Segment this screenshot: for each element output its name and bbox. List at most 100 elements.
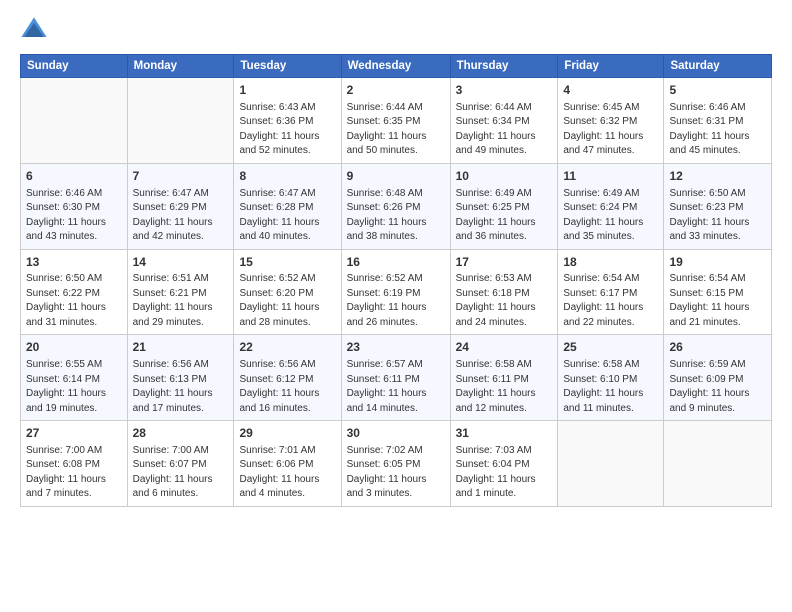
calendar-cell: 12Sunrise: 6:50 AM Sunset: 6:23 PM Dayli… xyxy=(664,163,772,249)
calendar-cell: 7 Sunrise: 6:47 AM Sunset: 6:29 PM Daylig… xyxy=(127,163,234,249)
calendar-cell xyxy=(664,421,772,507)
calendar-cell: 26 Sunrise: 6:59 AM Sunset: 6:09 PM Dayli… xyxy=(664,335,772,421)
calendar-week-4: 20Sunrise: 6:55 AM Sunset: 6:14 PM Dayli… xyxy=(21,335,772,421)
calendar-week-5: 27Sunrise: 7:00 AM Sunset: 6:08 PM Dayli… xyxy=(21,421,772,507)
header xyxy=(20,16,772,44)
day-info: Sunrise: 6:46 AM Sunset: 6:31 PM Dayligh… xyxy=(669,101,766,159)
day-info: Sunrise: 6:56 AM Sunset: 6:13 PM Dayligh… xyxy=(133,358,229,416)
day-number: 8 xyxy=(239,168,335,185)
day-header-friday: Friday xyxy=(558,55,664,78)
calendar-cell: 6 Sunrise: 6:46 AM Sunset: 6:30 PM Daylig… xyxy=(21,163,128,249)
day-info: Sunrise: 6:52 AM Sunset: 6:19 PM Dayligh… xyxy=(347,272,445,330)
day-info: Sunrise: 6:44 AM Sunset: 6:35 PM Dayligh… xyxy=(347,101,445,159)
calendar-cell: 16Sunrise: 6:52 AM Sunset: 6:19 PM Dayli… xyxy=(341,249,450,335)
calendar-cell: 10 Sunrise: 6:49 AM Sunset: 6:25 PM Dayli… xyxy=(450,163,558,249)
day-info: Sunrise: 7:00 AM Sunset: 6:07 PM Dayligh… xyxy=(133,444,229,502)
day-info: Sunrise: 6:45 AM Sunset: 6:32 PM Dayligh… xyxy=(563,101,658,159)
day-number: 22 xyxy=(239,339,335,356)
day-info: Sunrise: 6:54 AM Sunset: 6:15 PM Dayligh… xyxy=(669,272,766,330)
day-number: 28 xyxy=(133,425,229,442)
day-number: 10 xyxy=(456,168,553,185)
calendar-cell xyxy=(127,78,234,164)
day-number: 3 xyxy=(456,82,553,99)
day-number: 27 xyxy=(26,425,122,442)
day-info: Sunrise: 7:01 AM Sunset: 6:06 PM Dayligh… xyxy=(239,444,335,502)
day-number: 17 xyxy=(456,254,553,271)
day-header-tuesday: Tuesday xyxy=(234,55,341,78)
day-header-wednesday: Wednesday xyxy=(341,55,450,78)
calendar-cell: 4 Sunrise: 6:45 AM Sunset: 6:32 PM Daylig… xyxy=(558,78,664,164)
day-header-saturday: Saturday xyxy=(664,55,772,78)
calendar-cell: 11 Sunrise: 6:49 AM Sunset: 6:24 PM Dayli… xyxy=(558,163,664,249)
calendar-cell: 24Sunrise: 6:58 AM Sunset: 6:11 PM Dayli… xyxy=(450,335,558,421)
day-number: 30 xyxy=(347,425,445,442)
day-info: Sunrise: 6:59 AM Sunset: 6:09 PM Dayligh… xyxy=(669,358,766,416)
calendar-cell: 2 Sunrise: 6:44 AM Sunset: 6:35 PM Daylig… xyxy=(341,78,450,164)
day-number: 13 xyxy=(26,254,122,271)
day-info: Sunrise: 7:03 AM Sunset: 6:04 PM Dayligh… xyxy=(456,444,553,502)
calendar-cell: 23Sunrise: 6:57 AM Sunset: 6:11 PM Dayli… xyxy=(341,335,450,421)
calendar: SundayMondayTuesdayWednesdayThursdayFrid… xyxy=(20,54,772,507)
calendar-cell: 17Sunrise: 6:53 AM Sunset: 6:18 PM Dayli… xyxy=(450,249,558,335)
day-number: 29 xyxy=(239,425,335,442)
day-info: Sunrise: 6:46 AM Sunset: 6:30 PM Dayligh… xyxy=(26,187,122,245)
calendar-cell: 28 Sunrise: 7:00 AM Sunset: 6:07 PM Dayli… xyxy=(127,421,234,507)
day-number: 6 xyxy=(26,168,122,185)
calendar-cell: 20Sunrise: 6:55 AM Sunset: 6:14 PM Dayli… xyxy=(21,335,128,421)
day-info: Sunrise: 6:49 AM Sunset: 6:25 PM Dayligh… xyxy=(456,187,553,245)
calendar-cell: 29 Sunrise: 7:01 AM Sunset: 6:06 PM Dayli… xyxy=(234,421,341,507)
day-info: Sunrise: 6:52 AM Sunset: 6:20 PM Dayligh… xyxy=(239,272,335,330)
day-header-sunday: Sunday xyxy=(21,55,128,78)
logo xyxy=(20,16,50,44)
day-header-thursday: Thursday xyxy=(450,55,558,78)
day-number: 11 xyxy=(563,168,658,185)
day-info: Sunrise: 6:58 AM Sunset: 6:10 PM Dayligh… xyxy=(563,358,658,416)
calendar-cell: 8 Sunrise: 6:47 AM Sunset: 6:28 PM Daylig… xyxy=(234,163,341,249)
calendar-cell: 3Sunrise: 6:44 AM Sunset: 6:34 PM Daylig… xyxy=(450,78,558,164)
day-number: 24 xyxy=(456,339,553,356)
calendar-cell: 21 Sunrise: 6:56 AM Sunset: 6:13 PM Dayli… xyxy=(127,335,234,421)
day-number: 14 xyxy=(133,254,229,271)
day-number: 5 xyxy=(669,82,766,99)
day-number: 9 xyxy=(347,168,445,185)
day-info: Sunrise: 6:54 AM Sunset: 6:17 PM Dayligh… xyxy=(563,272,658,330)
day-number: 15 xyxy=(239,254,335,271)
day-header-monday: Monday xyxy=(127,55,234,78)
calendar-cell: 14Sunrise: 6:51 AM Sunset: 6:21 PM Dayli… xyxy=(127,249,234,335)
calendar-week-1: 1Sunrise: 6:43 AM Sunset: 6:36 PM Daylig… xyxy=(21,78,772,164)
day-number: 20 xyxy=(26,339,122,356)
calendar-cell: 19Sunrise: 6:54 AM Sunset: 6:15 PM Dayli… xyxy=(664,249,772,335)
day-number: 26 xyxy=(669,339,766,356)
calendar-cell: 5 Sunrise: 6:46 AM Sunset: 6:31 PM Daylig… xyxy=(664,78,772,164)
page: SundayMondayTuesdayWednesdayThursdayFrid… xyxy=(0,0,792,517)
day-info: Sunrise: 6:47 AM Sunset: 6:28 PM Dayligh… xyxy=(239,187,335,245)
calendar-week-3: 13Sunrise: 6:50 AM Sunset: 6:22 PM Dayli… xyxy=(21,249,772,335)
calendar-week-2: 6 Sunrise: 6:46 AM Sunset: 6:30 PM Daylig… xyxy=(21,163,772,249)
day-number: 18 xyxy=(563,254,658,271)
calendar-cell: 30Sunrise: 7:02 AM Sunset: 6:05 PM Dayli… xyxy=(341,421,450,507)
calendar-header-row: SundayMondayTuesdayWednesdayThursdayFrid… xyxy=(21,55,772,78)
day-number: 12 xyxy=(669,168,766,185)
calendar-cell xyxy=(21,78,128,164)
calendar-cell: 27Sunrise: 7:00 AM Sunset: 6:08 PM Dayli… xyxy=(21,421,128,507)
day-number: 7 xyxy=(133,168,229,185)
calendar-cell xyxy=(558,421,664,507)
day-number: 4 xyxy=(563,82,658,99)
calendar-cell: 18Sunrise: 6:54 AM Sunset: 6:17 PM Dayli… xyxy=(558,249,664,335)
day-number: 31 xyxy=(456,425,553,442)
day-number: 16 xyxy=(347,254,445,271)
day-info: Sunrise: 6:53 AM Sunset: 6:18 PM Dayligh… xyxy=(456,272,553,330)
day-info: Sunrise: 6:50 AM Sunset: 6:22 PM Dayligh… xyxy=(26,272,122,330)
calendar-cell: 31 Sunrise: 7:03 AM Sunset: 6:04 PM Dayli… xyxy=(450,421,558,507)
day-info: Sunrise: 6:49 AM Sunset: 6:24 PM Dayligh… xyxy=(563,187,658,245)
day-number: 23 xyxy=(347,339,445,356)
day-number: 19 xyxy=(669,254,766,271)
day-info: Sunrise: 6:51 AM Sunset: 6:21 PM Dayligh… xyxy=(133,272,229,330)
calendar-cell: 25Sunrise: 6:58 AM Sunset: 6:10 PM Dayli… xyxy=(558,335,664,421)
day-info: Sunrise: 6:47 AM Sunset: 6:29 PM Dayligh… xyxy=(133,187,229,245)
day-number: 2 xyxy=(347,82,445,99)
day-info: Sunrise: 6:56 AM Sunset: 6:12 PM Dayligh… xyxy=(239,358,335,416)
calendar-cell: 22 Sunrise: 6:56 AM Sunset: 6:12 PM Dayli… xyxy=(234,335,341,421)
day-number: 21 xyxy=(133,339,229,356)
logo-icon xyxy=(20,16,48,44)
